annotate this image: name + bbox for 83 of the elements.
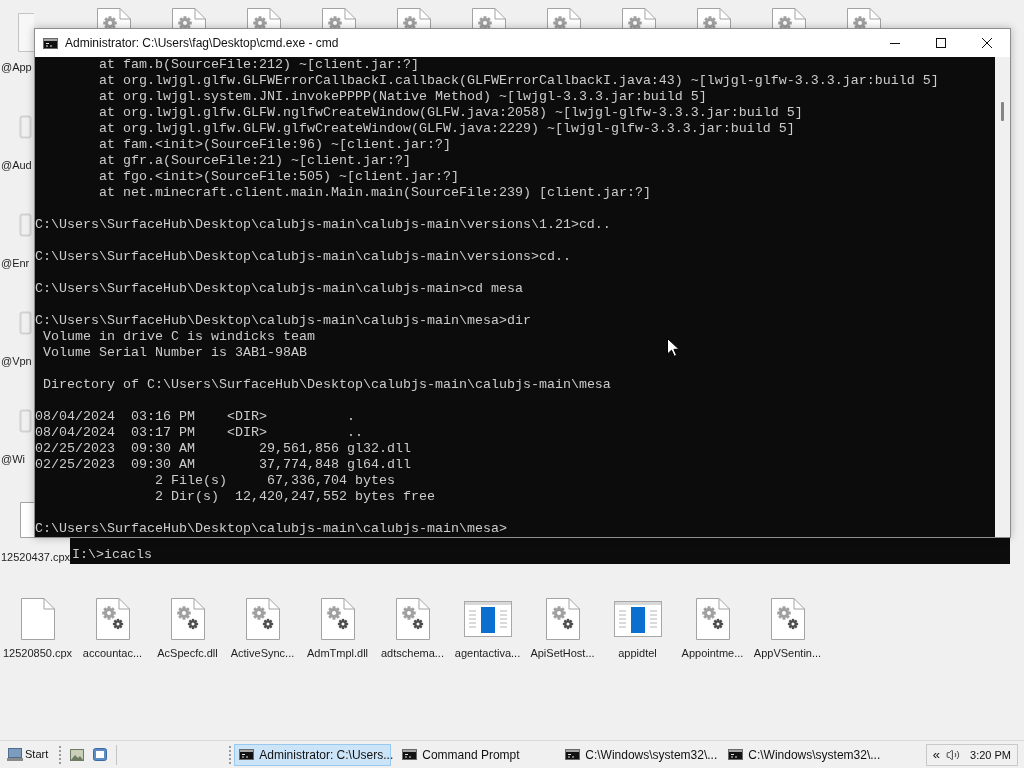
gear-file-icon (320, 598, 355, 640)
desktop-shortcut[interactable]: @Vpn (1, 354, 32, 368)
app-window-icon (613, 601, 662, 637)
console-icon (239, 749, 255, 760)
console-icon (565, 749, 581, 760)
picture-icon[interactable] (70, 748, 85, 761)
console-line: at fam.<init>(SourceFile:96) ~[client.jar:?] (99, 137, 451, 153)
gear-file-icon (770, 598, 805, 640)
gear-file-icon (695, 598, 730, 640)
console-line: 2 File(s) 67,336,704 bytes (155, 473, 395, 489)
desktop-shortcut[interactable]: @Enr (1, 256, 30, 270)
console-line: 02/25/2023 09:30 AM 37,774,848 gl64.dll (35, 457, 411, 473)
start-button[interactable]: Start (4, 743, 52, 766)
gear-file-icon (245, 598, 280, 640)
console-line: C:\Users\SurfaceHub\Desktop\calubjs-main\calubjs-main\versions\1.21>cd.. (35, 217, 611, 233)
desktop-shortcut[interactable]: @App (1, 60, 32, 74)
mouse-pointer-icon (667, 338, 680, 357)
clock[interactable]: 3:20 PM (970, 747, 1011, 762)
desktop-shortcut[interactable]: 12520437.cpx (1, 550, 71, 564)
console-line: Volume in drive C is windicks team (43, 329, 315, 345)
desktop-shortcut[interactable]: 12520850.cpx (0, 596, 75, 660)
gear-file-icon[interactable] (847, 8, 881, 28)
desktop-shortcut[interactable]: ApiSetHost... (525, 596, 600, 660)
console-line: at gfr.a(SourceFile:21) ~[client.jar:?] (99, 153, 411, 169)
blank-file-icon[interactable] (20, 502, 34, 538)
desktop-shortcut[interactable]: AcSpecfc.dll (150, 596, 225, 660)
console-line: at org.lwjgl.glfw.GLFWErrorCallbackI.callback(GLFWErrorCallbackI.java:43) ~[lwjgl-glfw-3.3.3.jar:build 5] (99, 73, 939, 89)
console-icon (43, 37, 58, 49)
desktop-shortcut[interactable]: AdmTmpl.dll (300, 596, 375, 660)
gear-file-icon[interactable] (772, 8, 806, 28)
desktop-shortcut[interactable]: adtschema... (375, 596, 450, 660)
console-line: at fam.b(SourceFile:212) ~[client.jar:?] (99, 57, 419, 73)
desktop-shortcut[interactable]: ActiveSync... (225, 596, 300, 660)
console-line: C:\Users\SurfaceHub\Desktop\calubjs-main\calubjs-main\versions>cd.. (35, 249, 571, 265)
desktop-shortcut[interactable]: appidtel (600, 596, 675, 660)
desktop-shortcut[interactable]: AppVSentin... (750, 596, 825, 660)
desktop-shortcut[interactable]: @Wi (1, 452, 25, 466)
console-line: 02/25/2023 09:30 AM 29,561,856 gl32.dll (35, 441, 411, 457)
blank-file-icon (20, 598, 55, 640)
console-line: 08/04/2024 03:16 PM <DIR> . (35, 409, 355, 425)
console-icon (728, 749, 744, 760)
speaker-icon[interactable] (946, 747, 961, 762)
console-line: C:\Users\SurfaceHub\Desktop\calubjs-main\calubjs-main\mesa> (35, 521, 507, 537)
window-title: Administrator: C:\Users\fag\Desktop\cmd.exe - cmd (65, 36, 339, 50)
window-icon[interactable] (93, 748, 108, 761)
computer-icon (7, 748, 23, 761)
console-line: 08/04/2024 03:17 PM <DIR> .. (35, 425, 363, 441)
maximize-icon (936, 38, 946, 48)
console-line: at net.minecraft.client.main.Main.main(SourceFile:239) [client.jar:?] (99, 185, 651, 201)
console-line: Directory of C:\Users\SurfaceHub\Desktop\calubjs-main\calubjs-main\mesa (43, 377, 611, 393)
gear-file-icon (545, 598, 580, 640)
console-line: at fgo.<init>(SourceFile:505) ~[client.jar:?] (99, 169, 459, 185)
gear-file-icon[interactable] (172, 8, 206, 28)
gear-file-icon (95, 598, 130, 640)
console-line: C:\Users\SurfaceHub\Desktop\calubjs-main\calubjs-main>cd mesa (35, 281, 523, 297)
taskbar-button[interactable]: Administrator: C:\Users... (234, 743, 392, 766)
gear-file-icon[interactable] (97, 8, 131, 28)
minimize-icon (890, 42, 900, 44)
gear-file-icon[interactable] (247, 8, 281, 28)
console-line: at org.lwjgl.glfw.GLFW.glfwCreateWindow(GLFW.java:2229) ~[lwjgl-glfw-3.3.3.jar:build 5] (99, 121, 795, 137)
console-line: I:\>icacls (72, 547, 152, 563)
console-line: at org.lwjgl.glfw.GLFW.nglfwCreateWindow(GLFW.java:2058) ~[lwjgl-glfw-3.3.3.jar:build 5] (99, 105, 803, 121)
console-line: at org.lwjgl.system.JNI.invokePPPP(Native Method) ~[lwjgl-3.3.3.jar:build 5] (99, 89, 707, 105)
desktop-shortcut[interactable]: @Aud (1, 158, 32, 172)
gear-file-icon[interactable] (547, 8, 581, 28)
desktop-shortcut[interactable]: agentactiva... (450, 596, 525, 660)
close-icon (982, 38, 992, 48)
gear-file-icon (170, 598, 205, 640)
scrollbar-thumb[interactable] (1001, 102, 1004, 121)
desktop-shortcut[interactable]: Appointme... (675, 596, 750, 660)
show-hidden-icons-button[interactable]: « (932, 747, 941, 762)
desktop-shortcut[interactable]: accountac... (75, 596, 150, 660)
app-window-icon (463, 601, 512, 637)
gear-file-icon[interactable] (397, 8, 431, 28)
gear-file-icon[interactable] (322, 8, 356, 28)
console-icon (402, 749, 418, 760)
gear-file-icon[interactable] (472, 8, 506, 28)
console-line: 2 Dir(s) 12,420,247,552 bytes free (155, 489, 435, 505)
gear-file-icon[interactable] (622, 8, 656, 28)
console-line: Volume Serial Number is 3AB1-98AB (43, 345, 307, 361)
gear-file-icon[interactable] (697, 8, 731, 28)
console-line: C:\Users\SurfaceHub\Desktop\calubjs-main\calubjs-main\mesa>dir (35, 313, 531, 329)
gear-file-icon (395, 598, 430, 640)
